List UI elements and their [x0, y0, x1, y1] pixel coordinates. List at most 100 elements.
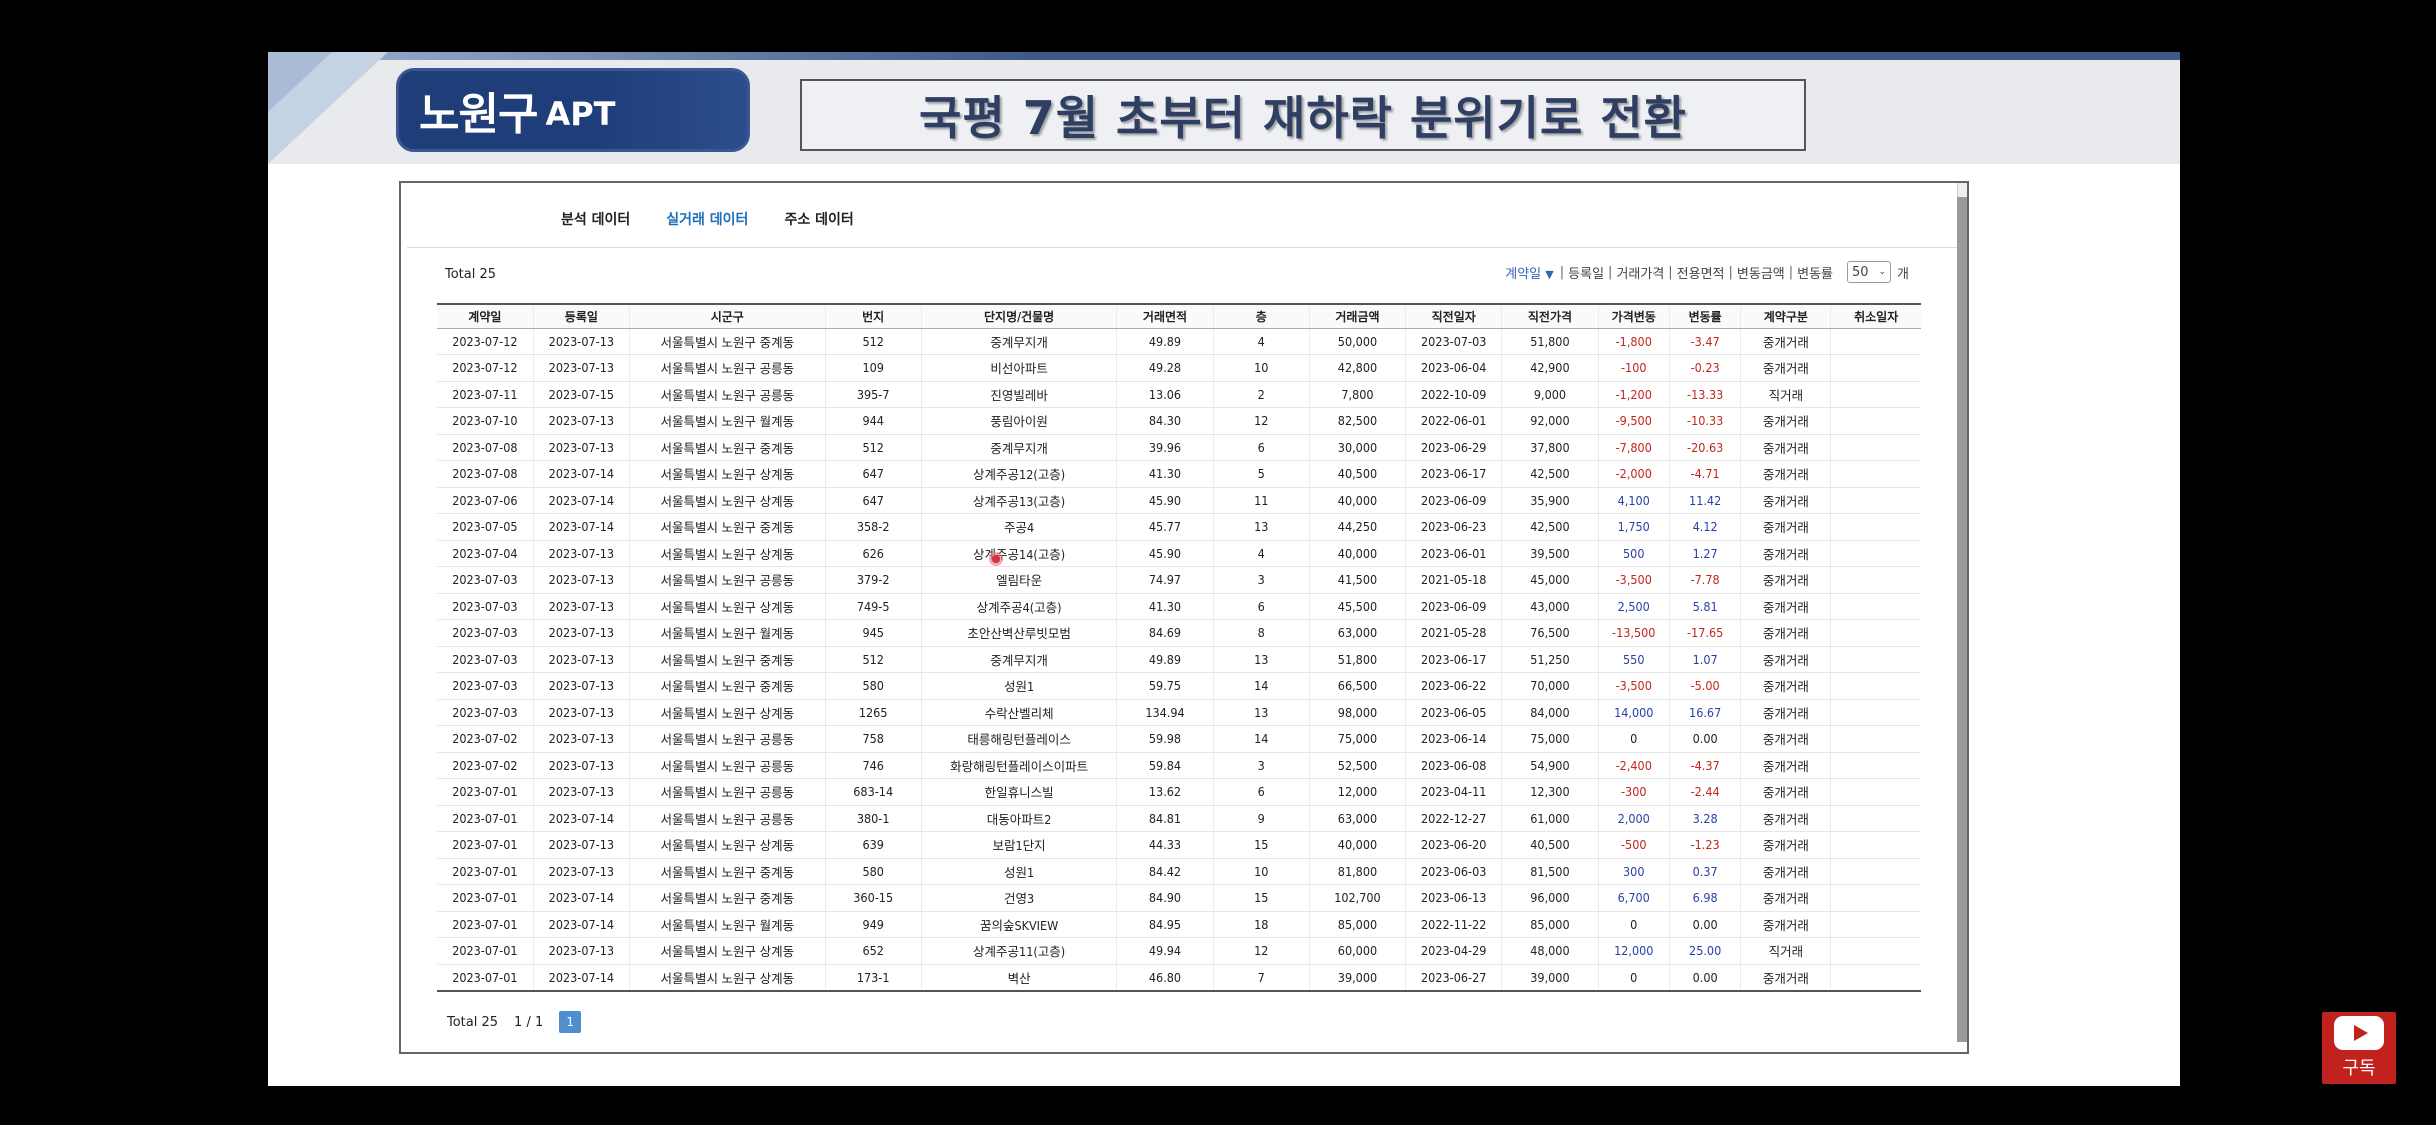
table-cell: 40,500: [1308, 460, 1406, 488]
table-row[interactable]: 2023-07-04 2023-07-13 서울특별시 노원구 상계동 626 상계주공…: [437, 540, 1921, 567]
table-cell: 102,700: [1308, 884, 1406, 912]
table-cell: 85,000: [1501, 911, 1599, 938]
table-cell: 2023-06-09: [1405, 593, 1502, 620]
table-row[interactable]: 2023-07-01 2023-07-13 서울특별시 노원구 상계동 652 상계주공…: [437, 937, 1921, 965]
table-row[interactable]: 2023-07-06 2023-07-14 서울특별시 노원구 상계동 647 상계주공…: [437, 487, 1921, 514]
table-cell: 500: [1597, 540, 1670, 567]
table-cell: -100: [1597, 354, 1670, 382]
table-row[interactable]: 2023-07-12 2023-07-13 서울특별시 노원구 공릉동 109 비선아파…: [437, 354, 1921, 382]
table-cell: 2023-06-04: [1405, 354, 1502, 382]
page-size-unit: 개: [1897, 266, 1909, 282]
table-cell: -3,500: [1597, 672, 1670, 700]
table-cell: 81,800: [1308, 858, 1406, 885]
table-cell: 중계무지개: [920, 328, 1117, 355]
sort-registered-date[interactable]: 등록일: [1564, 263, 1608, 282]
table-row[interactable]: 2023-07-01 2023-07-14 서울특별시 노원구 중계동 360-15 건…: [437, 884, 1921, 912]
table-cell: 6: [1212, 434, 1310, 461]
table-cell: 2023-06-09: [1405, 487, 1502, 514]
table-cell: -13,500: [1597, 619, 1670, 647]
table-cell: 683-14: [824, 778, 922, 806]
table-cell: 2023-07-13: [532, 619, 630, 647]
table-row[interactable]: 2023-07-01 2023-07-14 서울특별시 노원구 공릉동 380-1 대동…: [437, 805, 1921, 832]
table-cell: 서울특별시 노원구 상계동: [628, 699, 826, 726]
table-cell: 2023-07-13: [532, 858, 630, 885]
tab-analysis[interactable]: 분석 데이터: [561, 209, 630, 229]
sort-change-rate[interactable]: 변동률: [1793, 263, 1837, 282]
sort-price[interactable]: 거래가격: [1612, 263, 1668, 282]
pagination-total: Total 25: [447, 1014, 499, 1030]
table-cell: [1830, 381, 1921, 408]
table-cell: 512: [824, 646, 922, 673]
table-cell: 109: [824, 354, 922, 382]
table-cell: 84.95: [1116, 911, 1214, 938]
table-cell: 2023-07-14: [532, 964, 630, 992]
table-cell: -20.63: [1668, 434, 1741, 461]
table-row[interactable]: 2023-07-11 2023-07-15 서울특별시 노원구 공릉동 395-7 진영…: [437, 381, 1921, 408]
table-cell: 92,000: [1501, 407, 1599, 435]
table-row[interactable]: 2023-07-02 2023-07-13 서울특별시 노원구 공릉동 758 태릉해링…: [437, 725, 1921, 753]
page-size-value: 50: [1852, 264, 1869, 280]
table-row[interactable]: 2023-07-03 2023-07-13 서울특별시 노원구 월계동 945 초안산벽…: [437, 619, 1921, 647]
scrollbar-up[interactable]: [1957, 183, 1967, 197]
table-cell: 49.89: [1116, 328, 1214, 355]
table-cell: 379-2: [824, 566, 922, 594]
table-cell: 2023-07-13: [532, 566, 630, 594]
table-row[interactable]: 2023-07-08 2023-07-14 서울특별시 노원구 상계동 647 상계주공…: [437, 460, 1921, 488]
table-row[interactable]: 2023-07-03 2023-07-13 서울특별시 노원구 중계동 512 중계무지…: [437, 646, 1921, 673]
table-row[interactable]: 2023-07-12 2023-07-13 서울특별시 노원구 중계동 512 중계무지…: [437, 328, 1921, 355]
table-cell: -1,200: [1597, 381, 1670, 408]
sort-area[interactable]: 전용면적: [1673, 263, 1729, 282]
page-button-current[interactable]: 1: [559, 1011, 582, 1033]
table-row[interactable]: 2023-07-01 2023-07-14 서울특별시 노원구 월계동 949 꿈의숲S…: [437, 911, 1921, 938]
table-cell: 풍림아이원: [920, 407, 1117, 435]
table-row[interactable]: 2023-07-03 2023-07-13 서울특별시 노원구 상계동 749-5 상계…: [437, 593, 1921, 620]
table-cell: 45.90: [1116, 540, 1214, 567]
table-row[interactable]: 2023-07-03 2023-07-13 서울특별시 노원구 상계동 1265 수락산…: [437, 699, 1921, 726]
cursor-highlight: [989, 552, 1003, 566]
table-cell: 2023-07-01: [437, 964, 534, 992]
table-row[interactable]: 2023-07-01 2023-07-13 서울특별시 노원구 공릉동 683-14 한…: [437, 778, 1921, 806]
table-cell: 2023-04-29: [1405, 937, 1502, 965]
table-cell: 2023-06-20: [1405, 831, 1502, 859]
sort-contract-date[interactable]: 계약일 ▼: [1501, 263, 1560, 282]
subscribe-button[interactable]: 구독: [2322, 1012, 2396, 1084]
table-cell: 50,000: [1308, 328, 1406, 355]
table-row[interactable]: 2023-07-10 2023-07-13 서울특별시 노원구 월계동 944 풍림아이…: [437, 407, 1921, 435]
table-row[interactable]: 2023-07-08 2023-07-13 서울특별시 노원구 중계동 512 중계무지…: [437, 434, 1921, 461]
scrollbar[interactable]: [1957, 197, 1967, 1042]
column-header: 단지명/건물명: [920, 303, 1117, 329]
table-cell: 37,800: [1501, 434, 1599, 461]
table-row[interactable]: 2023-07-01 2023-07-14 서울특별시 노원구 상계동 173-1 벽산…: [437, 964, 1921, 992]
table-cell: 2023-07-13: [532, 646, 630, 673]
table-cell: 512: [824, 328, 922, 355]
tab-transactions[interactable]: 실거래 데이터: [666, 209, 748, 229]
table-cell: 중개거래: [1740, 884, 1831, 912]
table-cell: -7.78: [1668, 566, 1741, 594]
table-row[interactable]: 2023-07-03 2023-07-13 서울특별시 노원구 중계동 580 성원1 5…: [437, 672, 1921, 700]
table-cell: 2023-06-22: [1405, 672, 1502, 700]
table-cell: 2023-07-14: [532, 460, 630, 488]
table-row[interactable]: 2023-07-05 2023-07-14 서울특별시 노원구 중계동 358-2 주공…: [437, 513, 1921, 541]
table-cell: 1,750: [1597, 513, 1670, 541]
sort-change-amount[interactable]: 변동금액: [1733, 263, 1789, 282]
table-cell: 134.94: [1116, 699, 1214, 726]
table-cell: 2023-07-03: [437, 646, 534, 673]
table-cell: 13: [1212, 699, 1310, 726]
table-cell: 12,300: [1501, 778, 1599, 806]
table-cell: 중개거래: [1740, 699, 1831, 726]
table-cell: 상계주공4(고층): [920, 593, 1117, 620]
sort-desc-icon: ▼: [1545, 267, 1554, 281]
slide-top-bar: [268, 52, 2180, 60]
table-cell: 서울특별시 노원구 월계동: [628, 407, 826, 435]
table-row[interactable]: 2023-07-03 2023-07-13 서울특별시 노원구 공릉동 379-2 엘림…: [437, 566, 1921, 594]
page-size-select[interactable]: 50 ⌄: [1847, 261, 1892, 283]
table-row[interactable]: 2023-07-01 2023-07-13 서울특별시 노원구 중계동 580 성원1 8…: [437, 858, 1921, 885]
table-cell: 14: [1212, 672, 1310, 700]
table-row[interactable]: 2023-07-02 2023-07-13 서울특별시 노원구 공릉동 746 화랑해링…: [437, 752, 1921, 779]
table-row[interactable]: 2023-07-01 2023-07-13 서울특별시 노원구 상계동 639 보람1단…: [437, 831, 1921, 859]
table-cell: 2023-07-14: [532, 805, 630, 832]
table-cell: 13.62: [1116, 778, 1214, 806]
table-cell: -17.65: [1668, 619, 1741, 647]
table-cell: 직거래: [1740, 381, 1831, 408]
tab-address[interactable]: 주소 데이터: [784, 209, 853, 229]
